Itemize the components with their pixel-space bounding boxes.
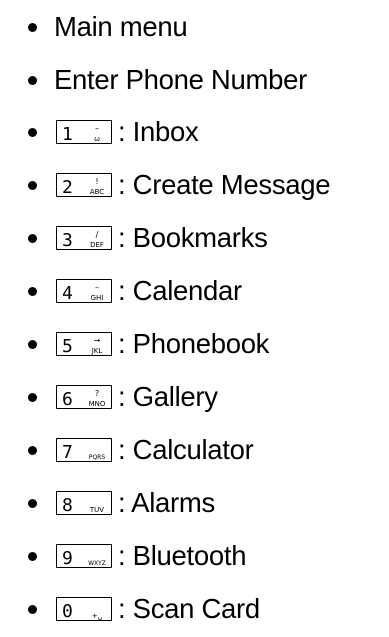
key-symbol: ? (95, 389, 99, 398)
key-digit: 4 (62, 283, 73, 304)
key-digit: 0 (62, 601, 73, 622)
key-letters: PQRS (89, 454, 106, 461)
key-digit: 2 (62, 177, 73, 198)
key-letters: GHI (91, 294, 104, 302)
key-symbol: → (94, 336, 101, 345)
key-letters: JKL (91, 347, 103, 355)
ghi-key-icon: 4 – GHI (56, 279, 112, 304)
key-letters: ω (94, 135, 100, 143)
key-letters: TUV (89, 506, 104, 514)
menu-item-label: : Phonebook (118, 328, 270, 359)
key-digit: 8 (62, 495, 73, 516)
bullet-icon (28, 180, 37, 190)
zero-key-icon: 0 +␣ (56, 597, 112, 622)
key-letters: ABC (90, 188, 104, 196)
key-letters: MNO (89, 400, 106, 408)
key-letters: DEF (90, 241, 104, 249)
def-key-icon: 3 ∕ DEF (56, 226, 112, 251)
bullet-icon (28, 551, 37, 561)
key-digit: 5 (62, 336, 73, 357)
bullet-icon (28, 604, 37, 614)
menu-item-label: : Inbox (118, 116, 199, 147)
abc-key-icon: 2! ABC (56, 173, 112, 198)
bullet-icon (28, 498, 37, 508)
menu-item-label: Enter Phone Number (54, 64, 307, 95)
menu-item-label: : Scan Card (118, 593, 260, 624)
wxyz-key-icon: 9 WXYZ (56, 544, 112, 569)
bullet-icon (28, 339, 37, 349)
key-symbol: – (95, 124, 99, 133)
bullet-icon (28, 22, 37, 32)
bullet-icon (28, 286, 37, 296)
key-digit: 9 (62, 548, 73, 569)
menu-item-label: : Bluetooth (118, 540, 247, 571)
menu-item-label: : Bookmarks (118, 222, 268, 253)
bullet-icon (28, 233, 37, 243)
key-symbol: ! (95, 177, 98, 186)
bullet-icon (28, 445, 37, 455)
bullet-icon (28, 75, 37, 85)
menu-item-label: Main menu (54, 11, 188, 42)
menu-item-label: : Calendar (118, 275, 242, 306)
menu-item-label: : Calculator (118, 434, 254, 465)
jkl-key-icon: 5 → JKL (56, 332, 112, 357)
menu-item-label: : Gallery (118, 381, 218, 412)
key-digit: 6 (62, 389, 73, 410)
key-digit: 1 (62, 124, 73, 145)
key-symbol: – (95, 283, 99, 292)
key-letters: WXYZ (88, 560, 106, 567)
menu-item-label: : Alarms (118, 487, 215, 518)
voicemail-key-icon: 1 – ω (56, 120, 112, 145)
bullet-icon (28, 392, 37, 402)
menu-item-label: : Create Message (118, 169, 331, 200)
tuv-key-icon: 8 TUV (56, 491, 112, 516)
key-symbol: ∕ (96, 230, 99, 239)
mno-key-icon: 6? MNO (56, 385, 112, 410)
key-letters: +␣ (92, 612, 102, 620)
bullet-icon (28, 127, 37, 137)
key-digit: 7 (62, 442, 73, 463)
key-digit: 3 (62, 230, 73, 251)
pqrs-key-icon: 7 PQRS (56, 438, 112, 463)
